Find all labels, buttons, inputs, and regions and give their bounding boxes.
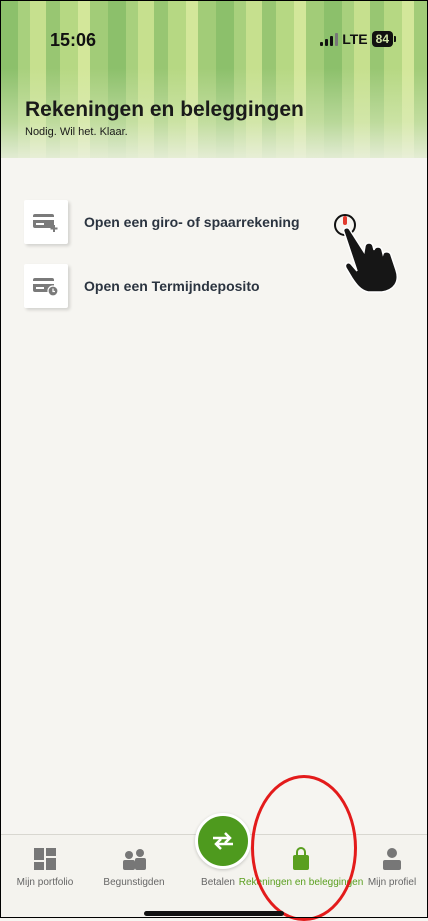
battery-tip [394, 36, 396, 42]
people-icon [123, 849, 146, 870]
page-title: Rekeningen en beleggingen [25, 98, 304, 121]
battery-icon: 84 [371, 31, 393, 47]
option-label: Open een Termijndeposito [84, 278, 260, 294]
tab-begunstigden[interactable]: Begunstigden [92, 835, 176, 919]
tab-rekeningen-en-beleggingen[interactable]: Rekeningen en beleggingen [232, 835, 370, 919]
page-subtitle: Nodig. Wil het. Klaar. [25, 126, 128, 138]
pointing-hand-icon [342, 227, 398, 293]
status-time: 15:06 [50, 30, 97, 50]
option-label: Open een giro- of spaarrekening [84, 214, 300, 230]
network-label: LTE [342, 31, 368, 47]
tab-label: Mijn profiel [367, 877, 417, 888]
tab-bar: Mijn portfolio Begunstigden Betalen Reke… [0, 813, 428, 919]
portfolio-grid-icon [34, 848, 56, 870]
tab-label: Mijn portfolio [16, 877, 74, 888]
person-icon [383, 848, 401, 870]
header: 15:06 LTE 84 Rekeningen en beleggingen N… [0, 0, 428, 158]
tab-label: Begunstigden [103, 877, 165, 888]
signal-icon [320, 32, 339, 46]
bag-icon [293, 847, 309, 870]
tab-mijn-profiel[interactable]: Mijn profiel [356, 835, 428, 919]
card-plus-icon [24, 200, 68, 244]
home-indicator [144, 911, 284, 916]
status-indicators: LTE 84 [320, 31, 396, 47]
tab-label: Rekeningen en beleggingen [238, 877, 364, 888]
tab-mijn-portfolio[interactable]: Mijn portfolio [4, 835, 86, 919]
card-clock-icon [24, 264, 68, 308]
